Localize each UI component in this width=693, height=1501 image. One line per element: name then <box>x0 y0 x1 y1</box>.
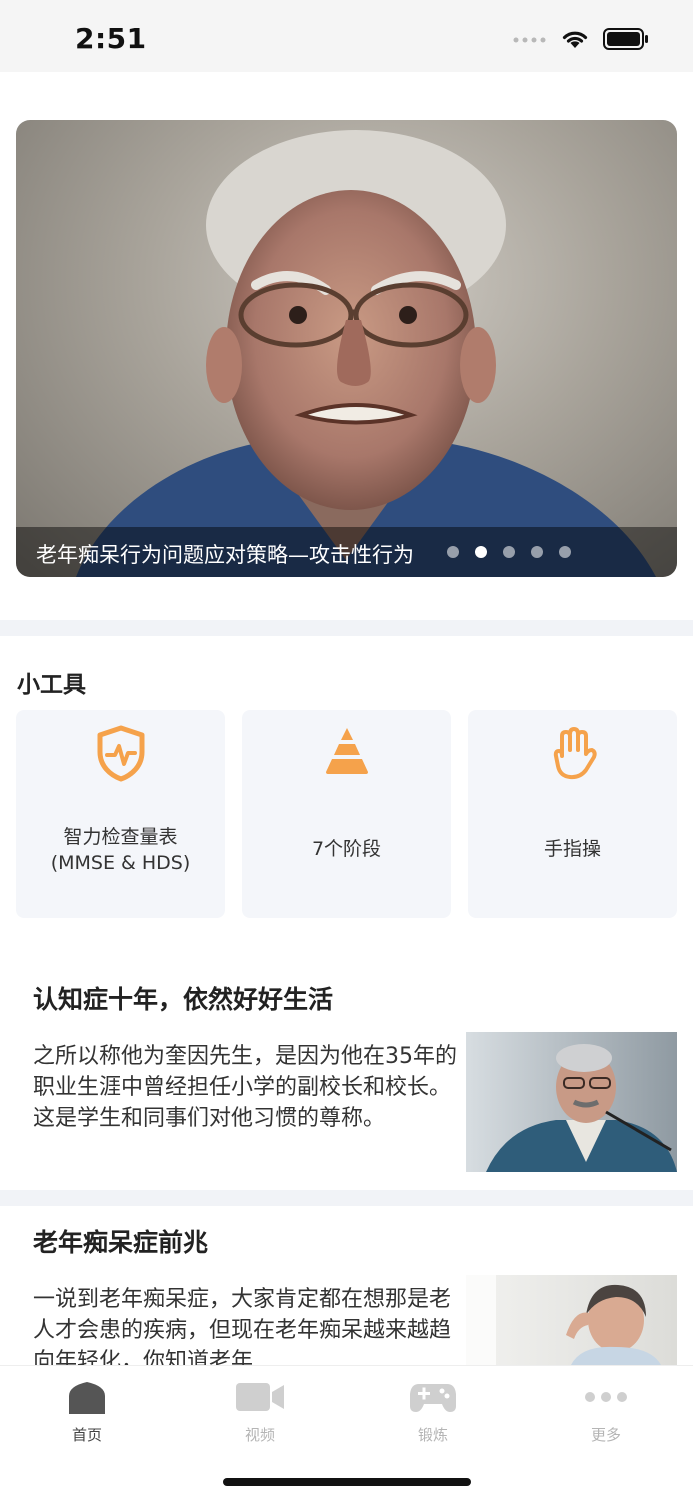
elderly-woman-photo <box>466 1275 661 1365</box>
video-camera-icon <box>236 1383 284 1411</box>
home-icon <box>69 1382 105 1414</box>
carousel-dot[interactable] <box>531 546 543 558</box>
battery-icon <box>603 28 648 50</box>
article-title: 认知症十年，依然好好生活 <box>33 985 334 1014</box>
home-indicator <box>223 1478 471 1486</box>
more-dots-icon <box>585 1392 627 1402</box>
tool-label: 7个阶段 <box>311 838 382 860</box>
banner-carousel[interactable]: 老年痴呆行为问题应对策略—攻击性行为 <box>16 120 677 577</box>
status-icons <box>513 26 649 52</box>
article-title: 老年痴呆症前兆 <box>33 1228 209 1257</box>
banner-caption-bar: 老年痴呆行为问题应对策略—攻击性行为 <box>16 527 677 577</box>
tools-section-title: 小工具 <box>17 672 86 698</box>
tab-label: 首页 <box>71 1426 102 1444</box>
article-summary: 之所以称他为奎因先生，是因为他在35年的职业生涯中曾经担任小学的副校长和校长。这… <box>33 1044 457 1131</box>
status-bar: 2:51 <box>0 0 693 72</box>
tool-card-seven-stages[interactable]: 7个阶段 <box>242 710 451 918</box>
tab-home[interactable]: 首页 <box>27 1380 147 1445</box>
hand-icon <box>553 727 597 780</box>
shield-heartbeat-icon <box>97 725 145 782</box>
tool-card-mmse[interactable]: 智力检查量表 (MMSE & HDS) <box>16 710 225 918</box>
cellular-signal-icon <box>513 37 546 43</box>
banner-caption: 老年痴呆行为问题应对策略—攻击性行为 <box>36 543 414 567</box>
tab-label: 更多 <box>590 1426 621 1444</box>
section-divider <box>0 1190 693 1206</box>
article-thumbnail <box>466 1032 677 1172</box>
wifi-icon <box>562 31 588 48</box>
article-summary: 一说到老年痴呆症，大家肯定都在想那是老人才会患的疾病，但现在老年痴呆越来越趋向年… <box>33 1287 452 1365</box>
carousel-dot-active[interactable] <box>475 546 487 558</box>
status-time: 2:51 <box>75 22 147 55</box>
tab-video[interactable]: 视频 <box>200 1380 320 1445</box>
pyramid-icon <box>326 728 368 774</box>
carousel-dot[interactable] <box>559 546 571 558</box>
tool-card-finger-exercise[interactable]: 手指操 <box>468 710 677 918</box>
carousel-dot[interactable] <box>447 546 459 558</box>
tab-label: 视频 <box>244 1426 275 1444</box>
tab-exercise[interactable]: 锻炼 <box>373 1380 493 1445</box>
carousel-dots <box>447 546 571 558</box>
speaker-photo <box>486 1044 677 1172</box>
tool-label: 智力检查量表 (MMSE & HDS) <box>50 826 191 874</box>
tool-label: 手指操 <box>543 838 601 860</box>
article-thumbnail <box>466 1275 677 1365</box>
gamepad-icon <box>410 1384 456 1412</box>
tab-label: 锻炼 <box>417 1426 448 1444</box>
tab-more[interactable]: 更多 <box>546 1380 666 1445</box>
section-divider <box>0 620 693 636</box>
banner-photo <box>76 130 656 577</box>
carousel-dot[interactable] <box>503 546 515 558</box>
